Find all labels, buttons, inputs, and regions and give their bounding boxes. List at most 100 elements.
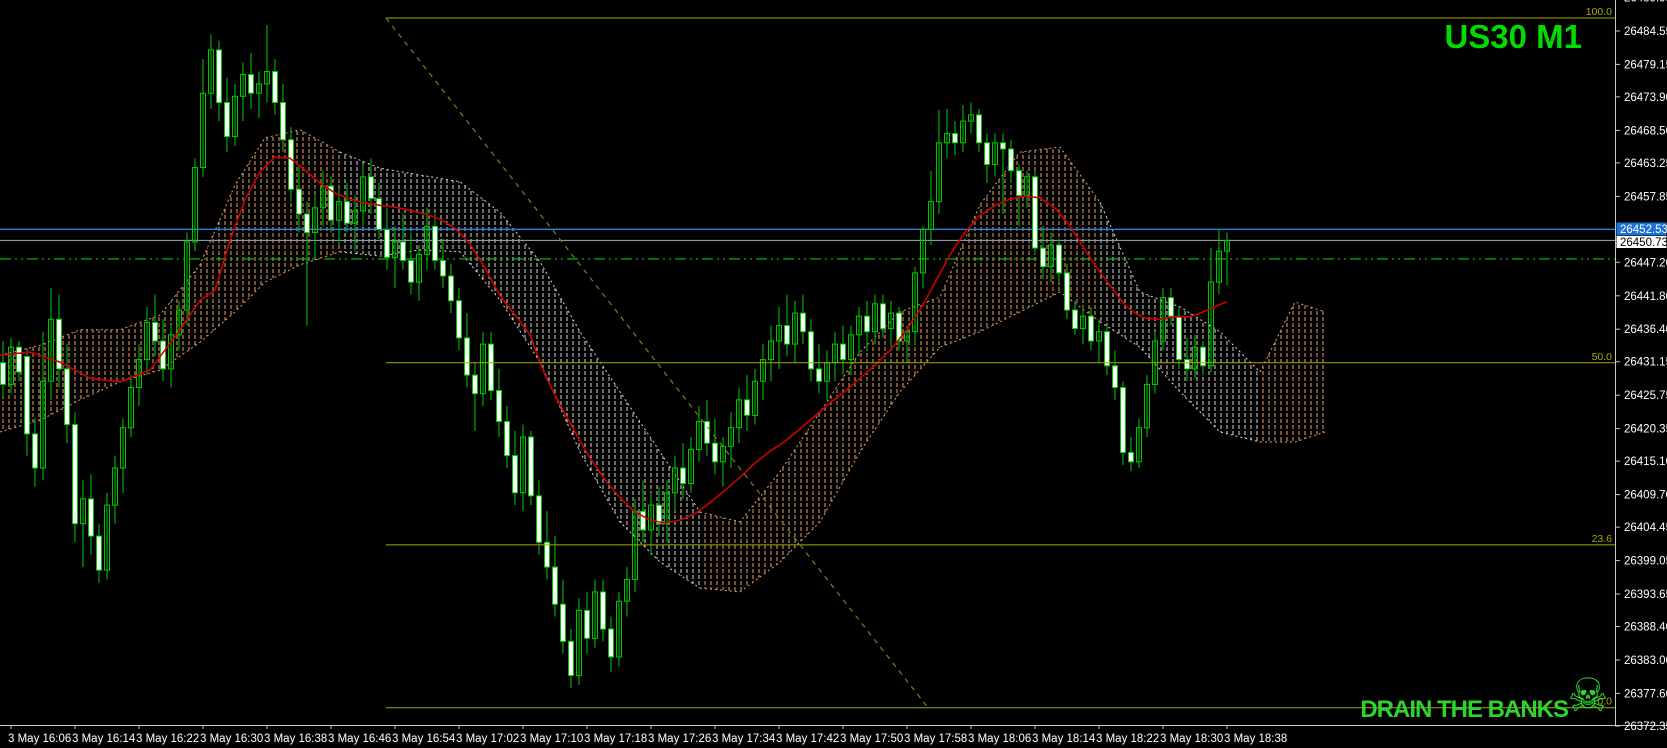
price-tick-label: 26489.95 [1624,0,1667,5]
candle-body [640,510,646,531]
ask-price-text: 26452.53 [1620,224,1667,236]
time-tick-label: 3 May 16:30 [200,733,263,745]
symbol-timeframe-label: US30 M1 [1444,18,1582,55]
fib-level-label: 50.0 [1592,351,1613,363]
candle-body [984,142,990,166]
candle-body [1088,315,1094,342]
time-tick-label: 3 May 18:06 [968,733,1031,745]
candle-body [600,591,606,630]
time-tick-label: 3 May 18:14 [1032,733,1096,745]
price-tick-label: 26468.50 [1624,125,1667,137]
candle-body [1128,452,1134,463]
price-tick-label: 26377.60 [1624,688,1667,700]
time-tick-label: 3 May 17:50 [840,733,903,745]
candle-body [288,139,294,190]
candle-body [272,71,278,103]
candle [1032,170,1038,255]
candle-body [784,325,790,345]
time-tick-label: 3 May 16:38 [264,733,327,745]
candle-body [224,102,230,138]
candle-body [440,260,446,277]
candle-body [32,433,38,469]
candle-body [504,421,510,457]
candle-body [344,201,350,224]
candle-body [400,241,406,261]
time-tick-label: 3 May 18:30 [1160,733,1223,745]
candle-body [1016,170,1022,196]
price-tick-label: 26415.10 [1624,456,1667,468]
candle [1120,381,1126,465]
skull-crossbones-icon: ☠ [1567,668,1608,722]
candle-body [1032,176,1038,249]
candle-body [1040,247,1046,268]
price-tick-label: 26404.45 [1624,522,1667,534]
candle-body [544,541,550,568]
candle-body [680,467,686,484]
time-tick-label: 3 May 17:10 [520,733,583,745]
candle-body [744,399,750,416]
candle-body [1176,315,1182,361]
candle-body [528,436,534,497]
price-tick-label: 26441.80 [1624,291,1667,303]
candle-body [456,300,462,339]
candle-body [1168,297,1174,317]
price-tick-label: 26393.65 [1624,589,1667,601]
trading-chart[interactable]: 100.050.023.60.0 26489.9526484.5526479.1… [0,0,1667,748]
candle-body [816,368,822,382]
price-tick-label: 26436.40 [1624,324,1667,336]
candle-body [72,424,78,525]
time-tick-label: 3 May 17:58 [904,733,967,745]
price-tick-label: 26484.55 [1624,26,1667,38]
price-tick-label: 26457.85 [1624,191,1667,203]
price-tick-label: 26388.40 [1624,622,1667,634]
bid-price-text: 26450.73 [1620,237,1667,249]
candle-body [952,133,958,144]
candle-body [976,114,982,144]
time-tick-label: 3 May 17:34 [712,733,776,745]
candle-body [560,603,566,642]
candle-body [1056,244,1062,274]
time-tick-label: 3 May 16:54 [392,733,456,745]
time-tick-label: 3 May 17:18 [584,733,647,745]
candle-body [472,374,478,395]
time-tick-label: 3 May 18:22 [1096,733,1159,745]
candle-body [216,49,222,104]
candle-body [808,331,814,370]
candle-body [568,640,574,677]
candle-body [536,495,542,543]
candle-body [864,315,870,333]
candle-body [712,442,718,463]
candle-body [1064,272,1070,311]
time-tick-label: 3 May 16:14 [72,733,136,745]
candle-body [608,628,614,658]
candle-body [448,275,454,302]
price-tick-label: 26409.70 [1624,490,1667,502]
time-tick-label: 3 May 18:38 [1224,733,1287,745]
price-tick-label: 26399.05 [1624,556,1667,568]
price-tick-label: 26447.20 [1624,257,1667,269]
candle-body [552,566,558,605]
time-tick-label: 3 May 16:22 [136,733,199,745]
candle-body [1120,387,1126,453]
candle-body [248,74,254,94]
candle-body [1072,309,1078,330]
candle [72,412,78,543]
candle-body [376,198,382,230]
candle-body [1104,331,1110,367]
chart-background [0,0,1667,748]
bid-price-badge: 26450.73 [1616,236,1667,249]
watermark-text: DRAIN THE BANKS [1360,696,1569,723]
candle-body [584,609,590,639]
candle-body [280,102,286,141]
time-tick-label: 3 May 17:02 [456,733,519,745]
fib-level-label: 23.6 [1592,533,1613,545]
candle-body [96,535,102,571]
price-tick-label: 26479.15 [1624,59,1667,71]
price-tick-label: 26372.35 [1624,721,1667,733]
candle-body [368,176,374,200]
candle-body [496,390,502,422]
candle-body [24,356,30,435]
time-tick-label: 3 May 17:26 [648,733,711,745]
time-tick-label: 3 May 16:46 [328,733,391,745]
time-tick-label: 3 May 16:06 [8,733,71,745]
